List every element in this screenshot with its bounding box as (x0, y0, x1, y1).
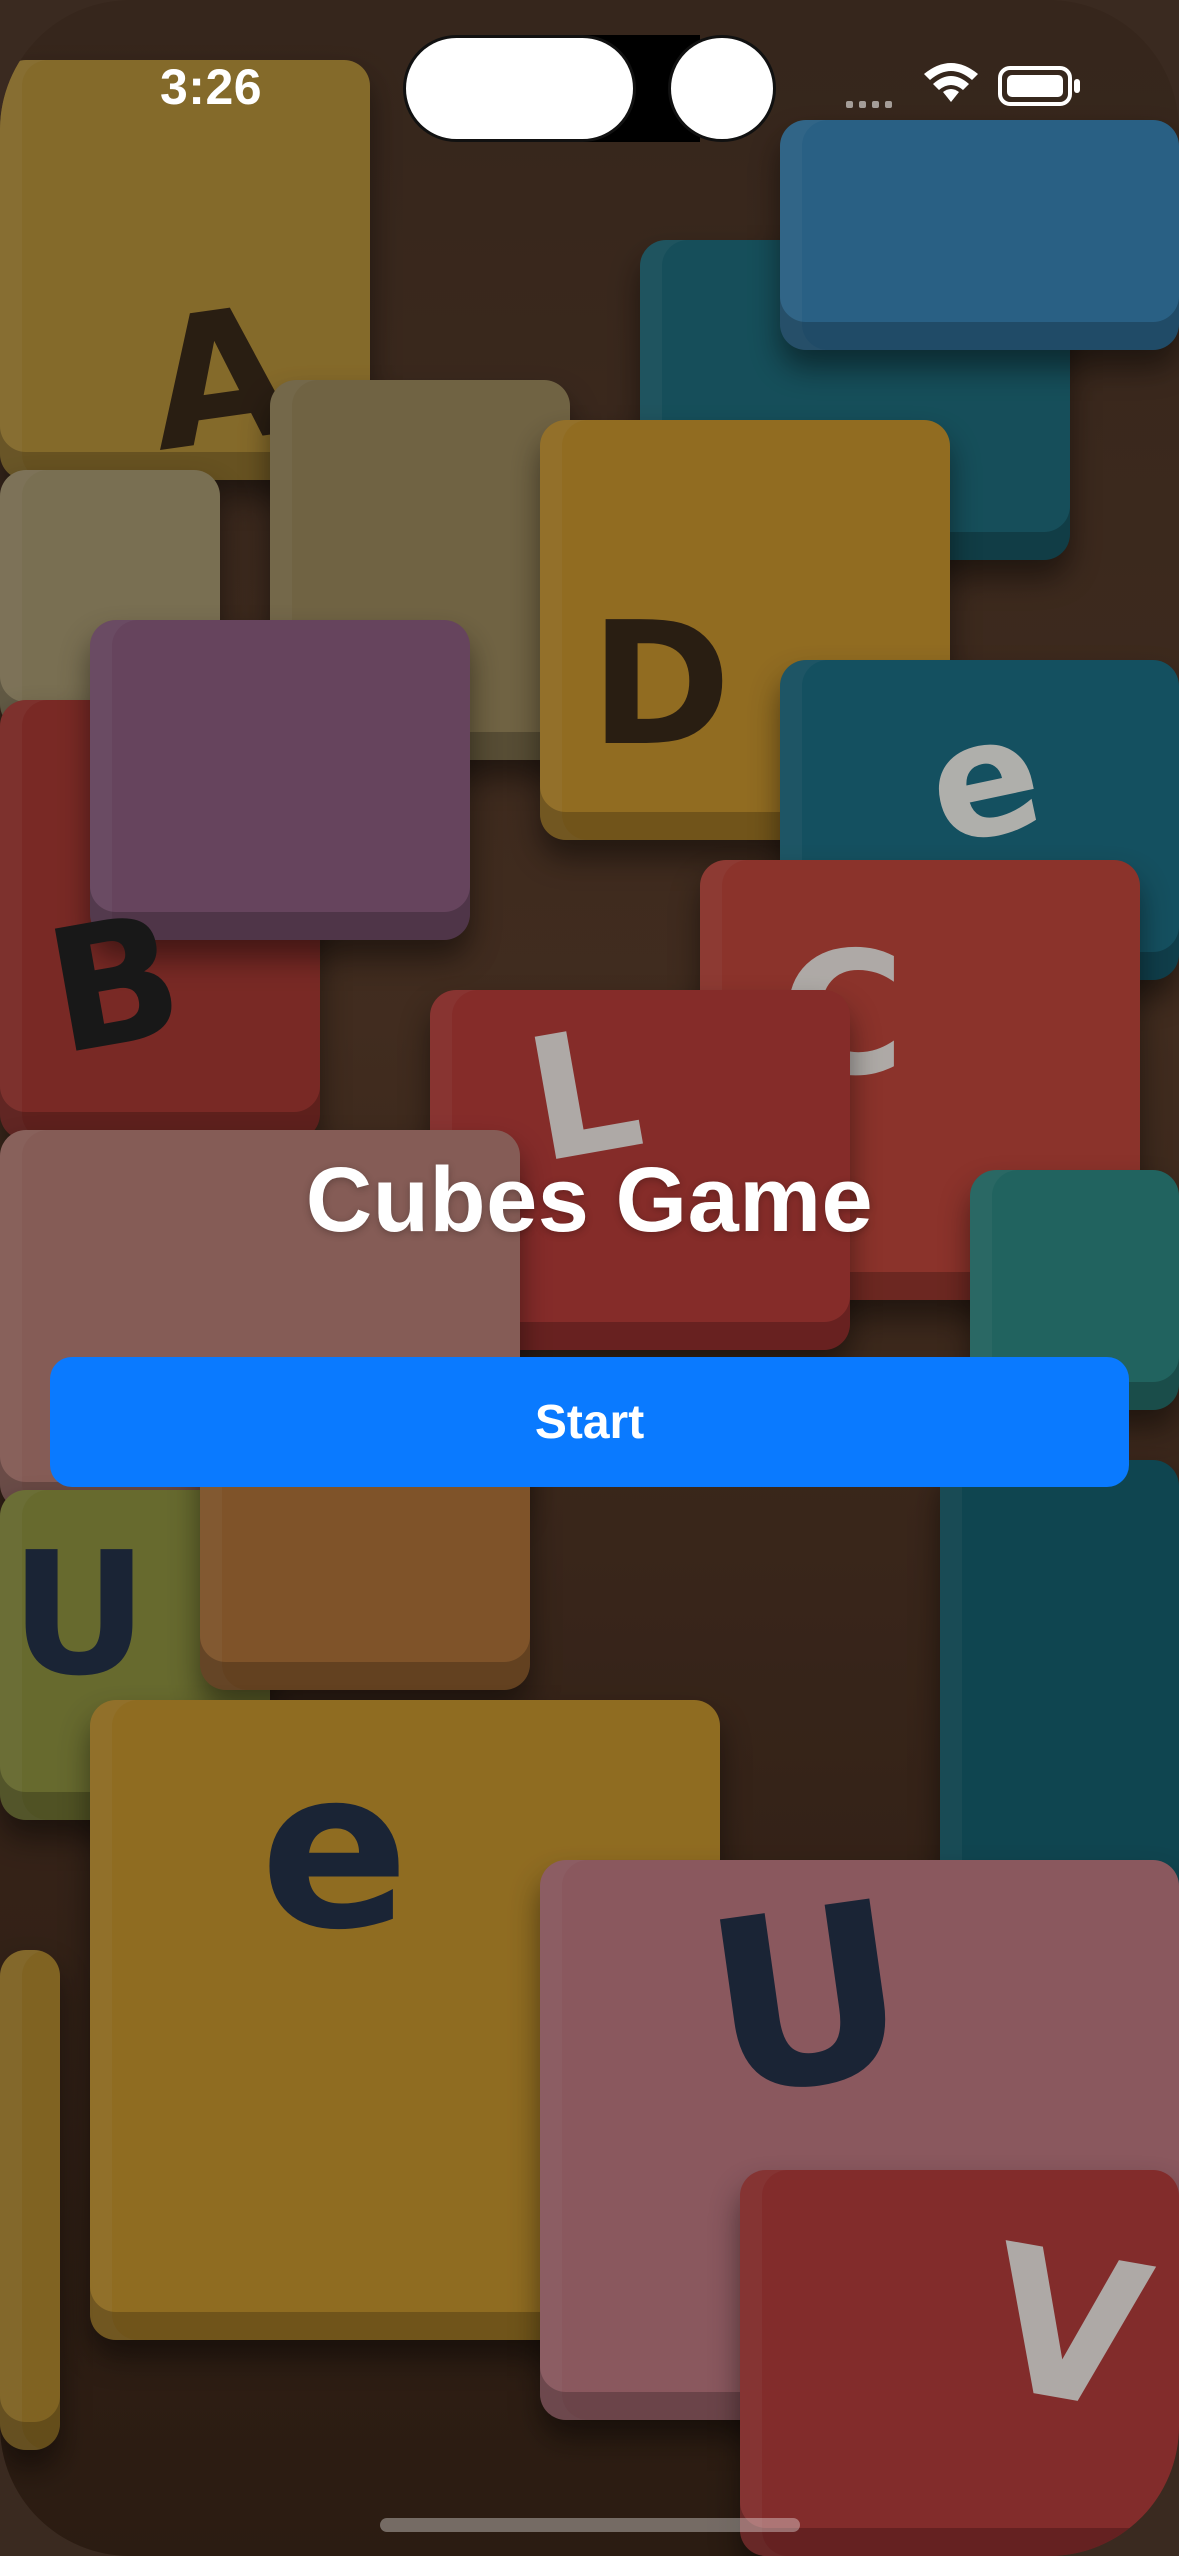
home-indicator[interactable] (380, 2518, 800, 2532)
page-title: Cubes Game (305, 1149, 874, 1251)
status-bar: 3:26 (0, 0, 1179, 180)
start-button-label: Start (534, 1395, 645, 1449)
dynamic-island-pill (403, 35, 636, 142)
start-button[interactable]: Start (50, 1357, 1129, 1487)
background-dim-overlay (0, 0, 1179, 2556)
battery-icon (998, 66, 1080, 106)
cellular-signal-icon (846, 95, 898, 113)
status-time: 3:26 (160, 59, 263, 115)
app-screen: A D B e C L U e U (0, 0, 1179, 2556)
dynamic-island-camera (668, 35, 776, 142)
wifi-icon (924, 63, 978, 102)
